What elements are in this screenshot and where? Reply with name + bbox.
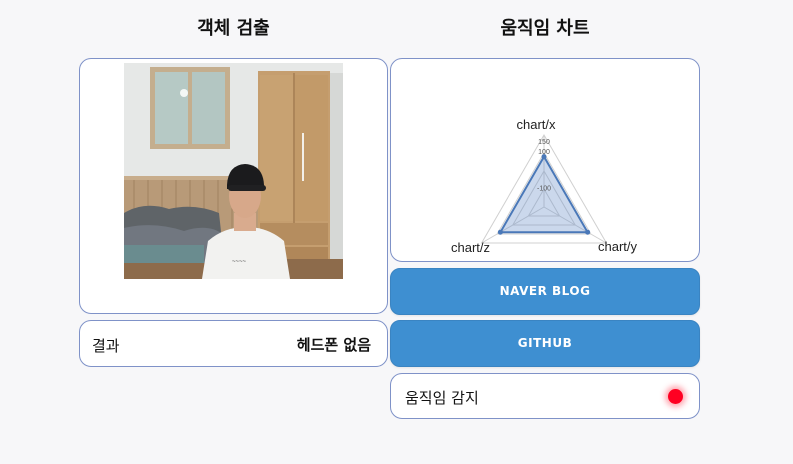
radar-axis-label-2: chart/z [451,240,490,255]
svg-text:~~~~: ~~~~ [232,259,247,265]
motion-chart-panel: 150 100 -100 chart/x chart/y chart/z [390,58,700,262]
radar-axis-label-1: chart/y [598,239,638,254]
radar-tick-label-2: -100 [537,186,551,193]
motion-chart-title: 움직임 차트 [500,18,590,39]
camera-feed-image: ~~~~ [124,63,343,279]
result-value: 헤드폰 없음 [296,336,371,354]
object-detection-title: 객체 검출 [197,18,270,39]
radar-series-area-0 [498,154,590,234]
camera-panel: ~~~~ [79,58,388,314]
radar-chart: 150 100 -100 chart/x chart/y chart/z [451,117,638,255]
result-label: 결과 [92,337,120,355]
naver-blog-button[interactable]: NAVER BLOG [390,268,700,315]
motion-detection-label: 움직임 감지 [405,389,479,407]
radar-axis-label-0: chart/x [516,117,556,132]
radar-tick-label-1: 100 [538,149,550,156]
github-button[interactable]: GITHUB [390,320,700,367]
radar-tick-label-0: 150 [538,139,550,146]
radar-point-0-1 [585,229,591,235]
motion-indicator-dot [668,389,683,404]
result-panel: 결과 헤드폰 없음 [79,320,388,367]
motion-detection-panel: 움직임 감지 [390,373,700,419]
radar-point-0-2 [497,229,503,235]
